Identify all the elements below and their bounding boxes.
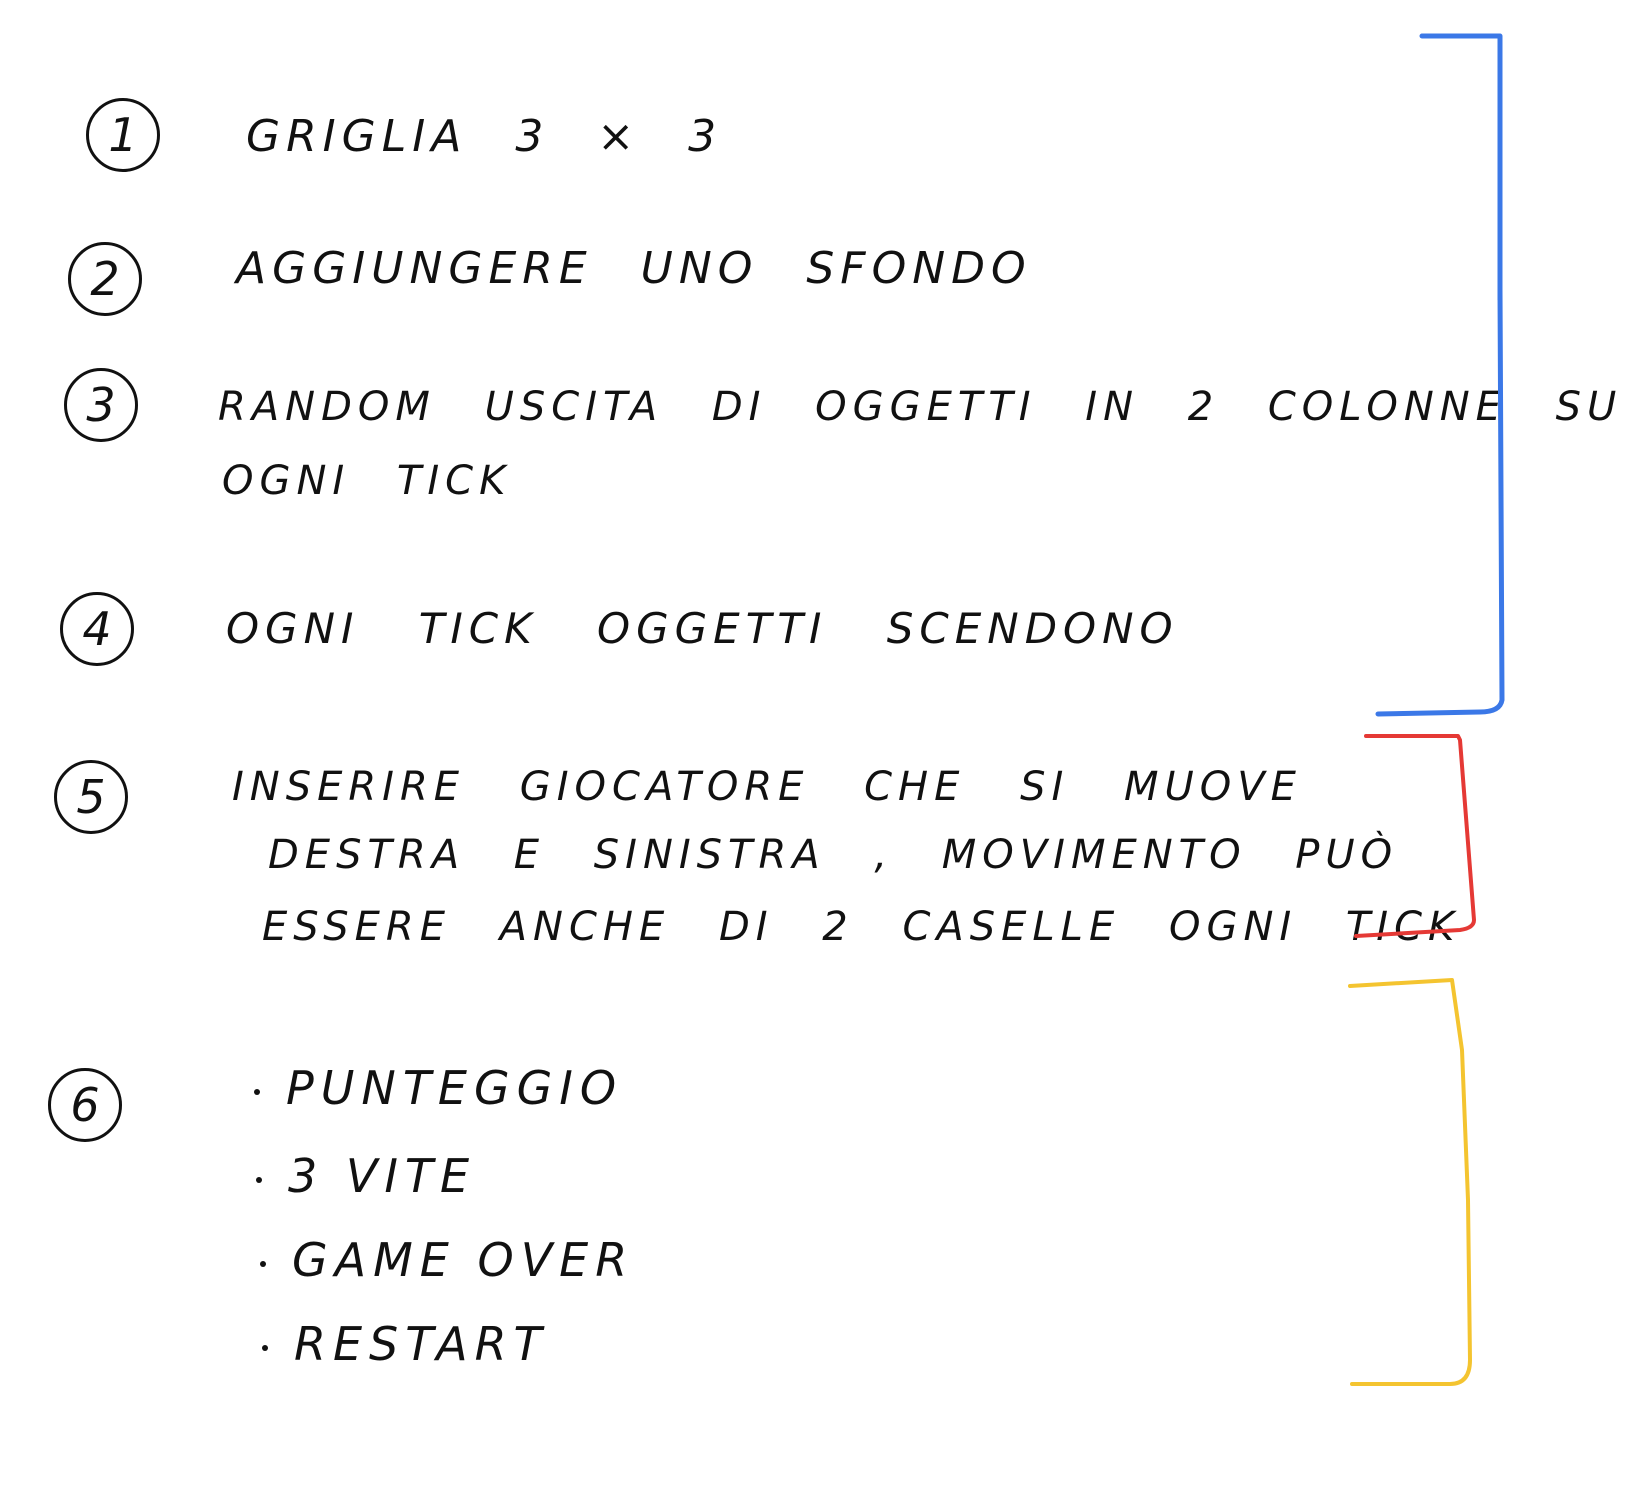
red-bracket	[1354, 734, 1476, 938]
handwritten-notes-page: 1 GRIGLIA 3 × 3 2 AGGIUNGERE UNO SFONDO …	[0, 0, 1640, 1491]
yellow-bracket	[1348, 978, 1472, 1386]
blue-bracket	[1375, 33, 1505, 717]
grouping-brackets	[1348, 33, 1505, 1386]
